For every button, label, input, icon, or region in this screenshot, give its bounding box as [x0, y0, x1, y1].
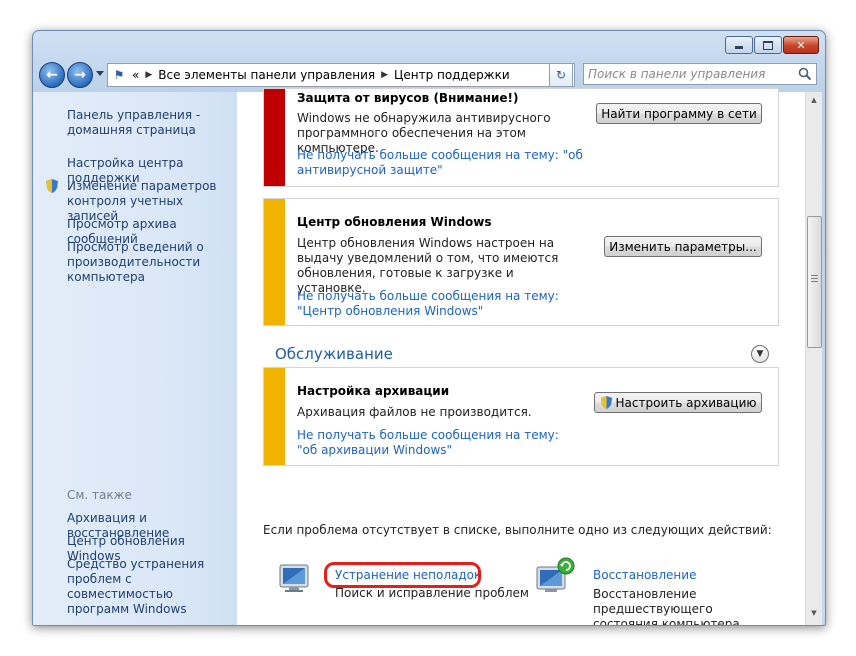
caption-buttons: ✕ [725, 36, 819, 54]
hint-text: Если проблема отсутствует в списке, выпо… [263, 523, 772, 537]
grip-line [811, 275, 818, 276]
control-panel-flag-icon: ⚑ [113, 68, 125, 82]
breadcrumb-separator-icon[interactable]: ▶ [145, 70, 152, 80]
vertical-scrollbar[interactable]: ▲ ▼ [805, 92, 822, 625]
minimize-icon [735, 46, 743, 49]
recent-pages-dropdown[interactable] [96, 71, 104, 76]
main-pane: Защита от вирусов (Внимание!) Windows не… [237, 88, 803, 626]
recovery-icon[interactable] [535, 555, 577, 597]
breadcrumb-overflow[interactable]: « [132, 68, 139, 82]
backup-panel: Настройка архивации Архивация файлов не … [263, 367, 779, 466]
close-icon: ✕ [796, 38, 806, 52]
backup-dismiss-link[interactable]: Не получать больше сообщения на тему: "о… [297, 428, 567, 458]
minimize-button[interactable] [725, 36, 753, 54]
critical-severity-stripe [264, 89, 285, 186]
virus-protection-title: Защита от вирусов (Внимание!) [297, 91, 519, 105]
uac-shield-icon [46, 179, 58, 193]
recovery-description: Восстановление предшествующего состояния… [593, 587, 740, 626]
windows-update-dismiss-link[interactable]: Не получать больше сообщения на тему: "Ц… [297, 289, 587, 319]
sidebar: Панель управления - домашняя страница На… [33, 92, 237, 625]
setup-backup-label: Настроить архивацию [615, 395, 757, 410]
virus-protection-dismiss-link[interactable]: Не получать больше сообщения на тему: "о… [297, 148, 587, 178]
troubleshooting-highlight-annotation [324, 562, 481, 588]
address-bar[interactable]: ⚑ « ▶ Все элементы панели управления ▶ Ц… [107, 63, 575, 87]
backup-title: Настройка архивации [297, 384, 450, 398]
change-settings-button[interactable]: Изменить параметры... [604, 236, 762, 257]
forward-button[interactable]: → [67, 62, 93, 88]
sidebar-link-performance-info[interactable]: Просмотр сведений о производительности к… [67, 240, 233, 285]
troubleshooting-icon[interactable] [277, 560, 313, 596]
navigation-bar: ← → ⚑ « ▶ Все элементы панели управления… [33, 61, 825, 89]
expand-maintenance-button[interactable]: ▼ [751, 345, 769, 363]
chevron-down-icon: ▼ [756, 349, 764, 359]
refresh-icon: ↻ [555, 68, 567, 82]
grip-line [811, 278, 818, 279]
setup-backup-button[interactable]: Настроить архивацию [594, 392, 762, 413]
scroll-down-icon[interactable]: ▼ [806, 605, 822, 621]
windows-update-text: Центр обновления Windows настроен на выд… [297, 236, 559, 295]
scroll-up-icon[interactable]: ▲ [806, 92, 822, 108]
back-button[interactable]: ← [39, 62, 65, 88]
backup-text: Архивация файлов не производится. [297, 405, 532, 419]
troubleshooting-description: Поиск и исправление проблем [335, 586, 529, 600]
grip-line [811, 281, 818, 282]
breadcrumb-action-center[interactable]: Центр поддержки [394, 68, 510, 82]
content-area: Панель управления - домашняя страница На… [33, 88, 822, 626]
maximize-button[interactable] [754, 36, 782, 54]
control-panel-window: ✕ ← → ⚑ « ▶ Все элементы панели управлен… [32, 30, 826, 626]
search-input[interactable]: Поиск в панели управления [583, 63, 817, 85]
warning-severity-stripe [264, 199, 285, 325]
breadcrumb-separator-icon[interactable]: ▶ [381, 70, 388, 80]
find-program-online-button[interactable]: Найти программу в сети [596, 103, 762, 124]
scroll-thumb[interactable] [807, 216, 822, 348]
search-placeholder: Поиск в панели управления [588, 67, 766, 81]
windows-update-panel: Центр обновления Windows Центр обновлени… [263, 198, 779, 326]
close-button[interactable]: ✕ [783, 36, 819, 54]
forward-arrow-icon: → [74, 67, 86, 83]
virus-protection-panel: Защита от вирусов (Внимание!) Windows не… [263, 88, 779, 187]
refresh-button[interactable]: ↻ [549, 63, 573, 87]
windows-update-title: Центр обновления Windows [297, 215, 492, 229]
recovery-link[interactable]: Восстановление [593, 568, 696, 582]
maintenance-section-title[interactable]: Обслуживание [275, 345, 393, 363]
sidebar-home-link[interactable]: Панель управления - домашняя страница [67, 108, 233, 138]
see-also-heading: См. также [67, 488, 132, 502]
breadcrumb-all-items[interactable]: Все элементы панели управления [158, 68, 375, 82]
see-also-compatibility-troubleshooter[interactable]: Средство устранения проблем с совместимо… [67, 557, 233, 617]
search-icon[interactable] [798, 67, 812, 81]
uac-shield-icon [600, 396, 612, 409]
back-arrow-icon: ← [46, 67, 58, 83]
warning-severity-stripe [264, 368, 285, 465]
maximize-icon [763, 40, 773, 50]
